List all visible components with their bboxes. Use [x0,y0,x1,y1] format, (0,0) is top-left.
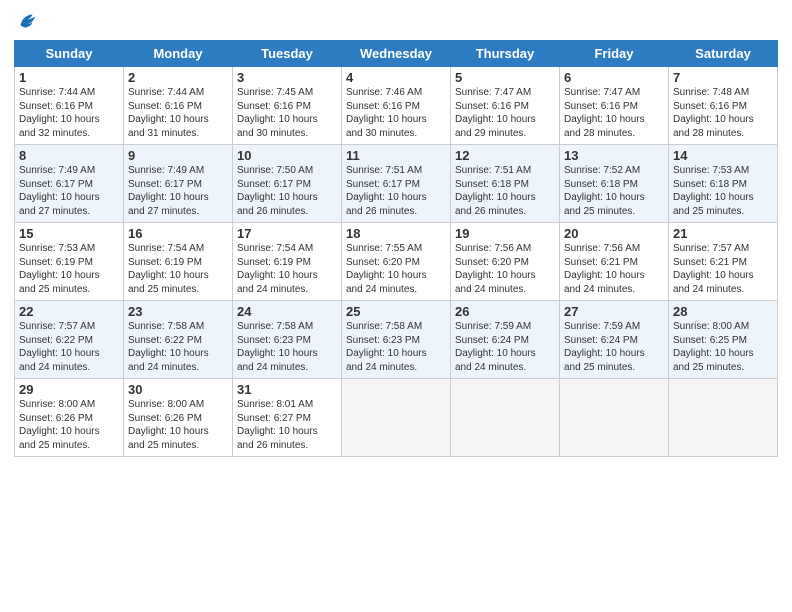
col-header-monday: Monday [124,41,233,67]
calendar-day-19: 19Sunrise: 7:56 AM Sunset: 6:20 PM Dayli… [451,223,560,301]
page-container: SundayMondayTuesdayWednesdayThursdayFrid… [0,0,792,467]
calendar-day-29: 29Sunrise: 8:00 AM Sunset: 6:26 PM Dayli… [15,379,124,457]
calendar-day-4: 4Sunrise: 7:46 AM Sunset: 6:16 PM Daylig… [342,67,451,145]
calendar-day-10: 10Sunrise: 7:50 AM Sunset: 6:17 PM Dayli… [233,145,342,223]
calendar-day-6: 6Sunrise: 7:47 AM Sunset: 6:16 PM Daylig… [560,67,669,145]
calendar-day-22: 22Sunrise: 7:57 AM Sunset: 6:22 PM Dayli… [15,301,124,379]
col-header-saturday: Saturday [669,41,778,67]
calendar-empty [451,379,560,457]
col-header-thursday: Thursday [451,41,560,67]
header [14,10,778,32]
calendar-day-25: 25Sunrise: 7:58 AM Sunset: 6:23 PM Dayli… [342,301,451,379]
calendar-day-2: 2Sunrise: 7:44 AM Sunset: 6:16 PM Daylig… [124,67,233,145]
calendar-empty [669,379,778,457]
calendar-day-28: 28Sunrise: 8:00 AM Sunset: 6:25 PM Dayli… [669,301,778,379]
week-row-4: 22Sunrise: 7:57 AM Sunset: 6:22 PM Dayli… [15,301,778,379]
calendar-day-5: 5Sunrise: 7:47 AM Sunset: 6:16 PM Daylig… [451,67,560,145]
calendar-day-1: 1Sunrise: 7:44 AM Sunset: 6:16 PM Daylig… [15,67,124,145]
calendar-table: SundayMondayTuesdayWednesdayThursdayFrid… [14,40,778,457]
col-header-sunday: Sunday [15,41,124,67]
calendar-day-8: 8Sunrise: 7:49 AM Sunset: 6:17 PM Daylig… [15,145,124,223]
calendar-day-31: 31Sunrise: 8:01 AM Sunset: 6:27 PM Dayli… [233,379,342,457]
logo-bird-icon [16,10,38,32]
calendar-day-11: 11Sunrise: 7:51 AM Sunset: 6:17 PM Dayli… [342,145,451,223]
calendar-day-18: 18Sunrise: 7:55 AM Sunset: 6:20 PM Dayli… [342,223,451,301]
calendar-empty [342,379,451,457]
col-header-friday: Friday [560,41,669,67]
calendar-day-16: 16Sunrise: 7:54 AM Sunset: 6:19 PM Dayli… [124,223,233,301]
calendar-header-row: SundayMondayTuesdayWednesdayThursdayFrid… [15,41,778,67]
calendar-day-7: 7Sunrise: 7:48 AM Sunset: 6:16 PM Daylig… [669,67,778,145]
calendar-day-26: 26Sunrise: 7:59 AM Sunset: 6:24 PM Dayli… [451,301,560,379]
week-row-1: 1Sunrise: 7:44 AM Sunset: 6:16 PM Daylig… [15,67,778,145]
col-header-tuesday: Tuesday [233,41,342,67]
week-row-5: 29Sunrise: 8:00 AM Sunset: 6:26 PM Dayli… [15,379,778,457]
calendar-empty [560,379,669,457]
calendar-day-12: 12Sunrise: 7:51 AM Sunset: 6:18 PM Dayli… [451,145,560,223]
col-header-wednesday: Wednesday [342,41,451,67]
calendar-day-15: 15Sunrise: 7:53 AM Sunset: 6:19 PM Dayli… [15,223,124,301]
calendar-day-13: 13Sunrise: 7:52 AM Sunset: 6:18 PM Dayli… [560,145,669,223]
calendar-day-3: 3Sunrise: 7:45 AM Sunset: 6:16 PM Daylig… [233,67,342,145]
calendar-day-9: 9Sunrise: 7:49 AM Sunset: 6:17 PM Daylig… [124,145,233,223]
calendar-day-23: 23Sunrise: 7:58 AM Sunset: 6:22 PM Dayli… [124,301,233,379]
calendar-day-21: 21Sunrise: 7:57 AM Sunset: 6:21 PM Dayli… [669,223,778,301]
calendar-day-24: 24Sunrise: 7:58 AM Sunset: 6:23 PM Dayli… [233,301,342,379]
calendar-day-30: 30Sunrise: 8:00 AM Sunset: 6:26 PM Dayli… [124,379,233,457]
week-row-2: 8Sunrise: 7:49 AM Sunset: 6:17 PM Daylig… [15,145,778,223]
calendar-day-27: 27Sunrise: 7:59 AM Sunset: 6:24 PM Dayli… [560,301,669,379]
calendar-day-17: 17Sunrise: 7:54 AM Sunset: 6:19 PM Dayli… [233,223,342,301]
calendar-day-20: 20Sunrise: 7:56 AM Sunset: 6:21 PM Dayli… [560,223,669,301]
calendar-day-14: 14Sunrise: 7:53 AM Sunset: 6:18 PM Dayli… [669,145,778,223]
week-row-3: 15Sunrise: 7:53 AM Sunset: 6:19 PM Dayli… [15,223,778,301]
logo [14,14,38,32]
logo-text [14,14,38,32]
